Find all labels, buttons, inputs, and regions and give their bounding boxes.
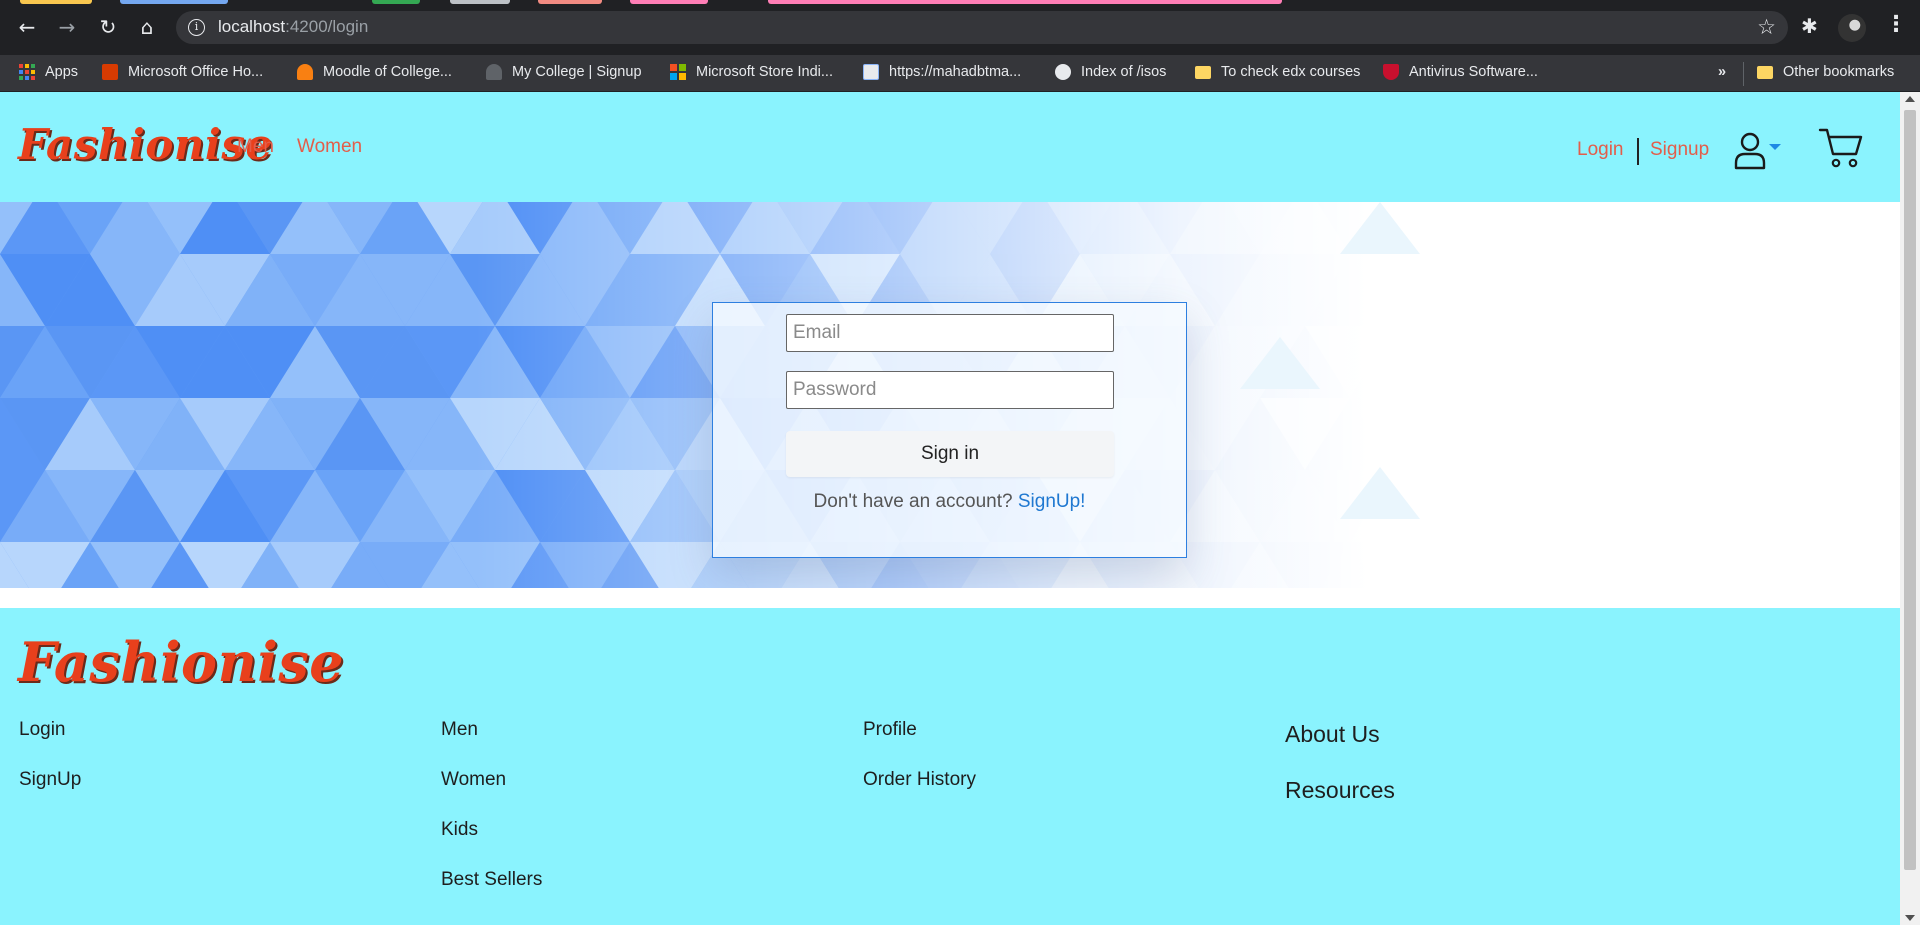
nav-women[interactable]: Women [297,136,362,158]
bookmark-label: Index of /isos [1081,64,1167,80]
tab-indicator[interactable] [120,0,228,4]
footer-order-history-link[interactable]: Order History [863,769,976,791]
url-host: localhost [218,17,286,36]
nav-men[interactable]: Men [237,136,274,158]
tab-indicator[interactable] [538,0,602,4]
bookmark-microsoft-store[interactable]: Microsoft Store Indi... [670,64,833,80]
bookmark-star-icon[interactable]: ☆ [1757,15,1776,39]
footer-resources-link[interactable]: Resources [1285,777,1395,804]
signup-link[interactable]: Signup [1650,139,1709,161]
folder-icon [1195,65,1211,79]
page-scrollbar[interactable] [1900,92,1920,925]
user-icon[interactable] [1732,130,1768,170]
bookmark-apps[interactable]: Apps [19,64,78,80]
footer-kids-link[interactable]: Kids [441,819,478,841]
footer-women-link[interactable]: Women [441,769,506,791]
cart-icon[interactable] [1818,126,1864,170]
home-icon[interactable]: ⌂ [134,14,160,40]
signup-prompt-text: Don't have an account? [813,491,1018,512]
bookmarks-bar: Apps Microsoft Office Ho... Moodle of Co… [0,55,1920,92]
login-link[interactable]: Login [1577,139,1624,161]
brand-logo[interactable]: Fashionise [18,120,273,169]
bookmark-office[interactable]: Microsoft Office Ho... [102,64,263,80]
sign-in-button[interactable]: Sign in [786,431,1114,477]
tab-indicator[interactable] [630,0,708,4]
signup-inline-link[interactable]: SignUp! [1018,491,1086,512]
bookmark-label: To check edx courses [1221,64,1361,80]
profile-avatar[interactable] [1838,14,1866,42]
footer-about-us-link[interactable]: About Us [1285,721,1380,748]
bookmark-edx[interactable]: To check edx courses [1195,64,1360,80]
url-path: :4200/login [285,17,369,36]
graduation-cap-icon [486,64,502,80]
footer-best-sellers-link[interactable]: Best Sellers [441,869,542,891]
bookmark-label: Microsoft Store Indi... [696,64,833,80]
bookmarks-overflow-icon[interactable]: » [1718,64,1726,80]
login-card: Sign in Don't have an account? SignUp! [712,302,1187,558]
back-icon[interactable]: ← [14,14,40,40]
footer-signup-link[interactable]: SignUp [19,769,81,791]
document-icon [863,64,879,80]
hero-section: Sign in Don't have an account? SignUp! [0,202,1900,588]
moodle-icon [297,64,313,80]
email-field[interactable] [786,314,1114,352]
scroll-down-arrow-icon[interactable] [1905,915,1915,921]
antivirus-icon [1383,64,1399,80]
footer-men-link[interactable]: Men [441,719,478,741]
scroll-up-arrow-icon[interactable] [1905,96,1915,102]
bookmark-label: Antivirus Software... [1409,64,1538,80]
bookmark-label: Apps [45,64,79,80]
password-field[interactable] [786,371,1114,409]
tab-indicator[interactable] [768,0,1282,4]
url-text[interactable]: localhost:4200/login [218,17,368,37]
bookmarks-divider [1743,62,1744,86]
site-footer: Fashionise Login SignUp Men Women Kids B… [0,608,1900,925]
address-bar[interactable]: i localhost:4200/login ☆ [176,11,1788,44]
browser-menu-icon[interactable]: ⋮ [1885,12,1907,37]
site-header: Fashionise Men Women Login Signup [0,92,1900,202]
globe-icon [1055,64,1071,80]
bookmark-antivirus[interactable]: Antivirus Software... [1383,64,1538,80]
signup-prompt: Don't have an account? SignUp! [713,491,1186,513]
bookmark-label: https://mahadbtma... [889,64,1022,80]
footer-login-link[interactable]: Login [19,719,66,741]
bookmark-mahadbt[interactable]: https://mahadbtma... [863,64,1021,80]
footer-profile-link[interactable]: Profile [863,719,917,741]
bookmark-label: Moodle of College... [323,64,452,80]
auth-divider [1637,138,1639,165]
bookmark-label: My College | Signup [512,64,642,80]
tab-indicator[interactable] [20,0,92,4]
bookmark-label: Other bookmarks [1783,64,1895,80]
microsoft-icon [670,64,686,80]
chevron-down-icon[interactable] [1769,144,1781,150]
tab-indicator[interactable] [450,0,510,4]
bookmark-moodle[interactable]: Moodle of College... [297,64,452,80]
extensions-puzzle-icon[interactable]: ✱ [1801,14,1818,38]
bookmark-isos[interactable]: Index of /isos [1055,64,1166,80]
forward-icon[interactable]: → [54,14,80,40]
folder-icon [1757,65,1773,79]
office-icon [102,64,118,80]
footer-brand-logo[interactable]: Fashionise [18,630,344,694]
scrollbar-thumb[interactable] [1904,110,1916,870]
bookmark-other[interactable]: Other bookmarks [1757,64,1894,80]
bookmark-college-signup[interactable]: My College | Signup [486,64,642,80]
site-info-icon[interactable]: i [188,19,205,36]
bookmark-label: Microsoft Office Ho... [128,64,264,80]
reload-icon[interactable]: ↻ [95,14,121,40]
tab-indicator[interactable] [372,0,420,4]
apps-grid-icon [19,64,35,80]
browser-toolbar: ← → ↻ ⌂ i localhost:4200/login ☆ ✱ ⋮ [0,0,1920,55]
